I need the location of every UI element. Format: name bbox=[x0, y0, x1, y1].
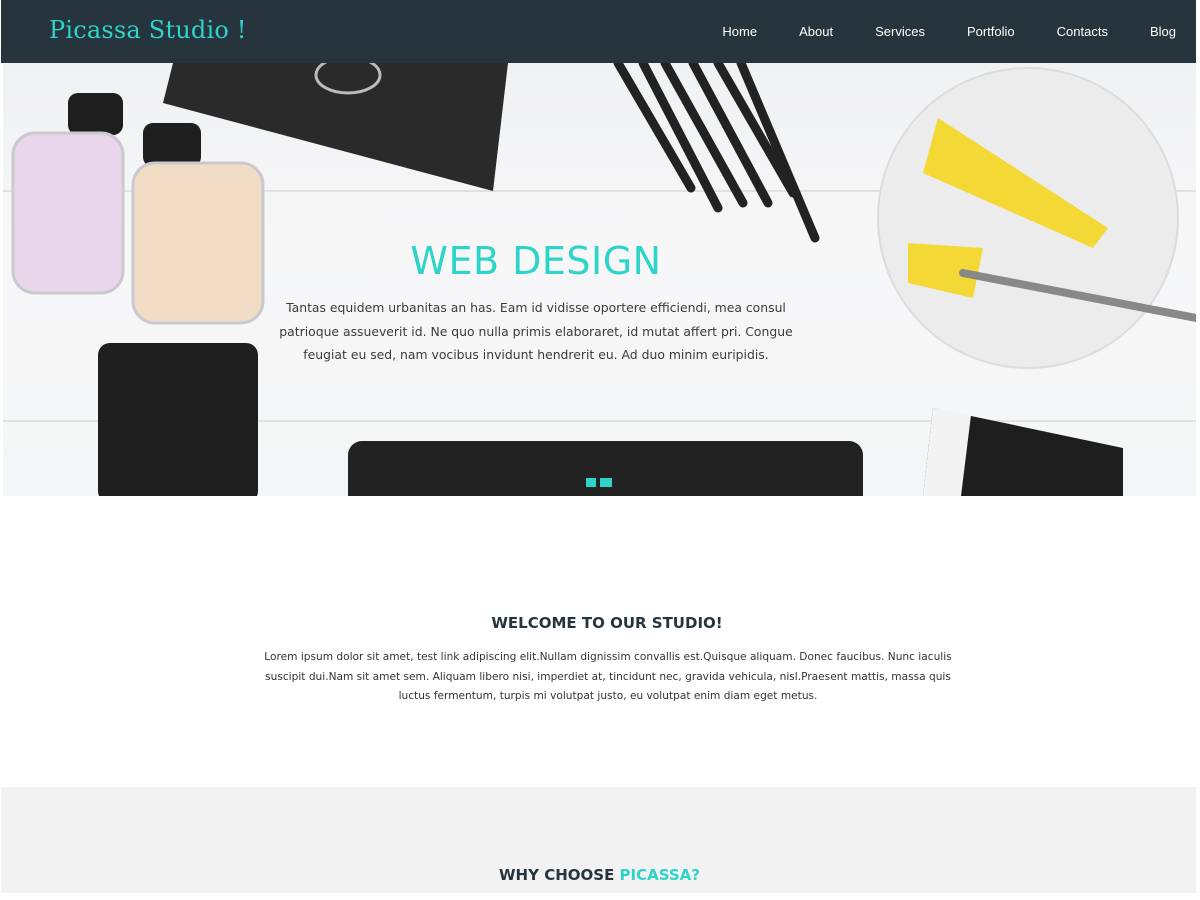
why-choose-title-prefix: WHY CHOOSE bbox=[499, 866, 620, 884]
plate-image bbox=[877, 67, 1196, 369]
brand-logo[interactable]: Picassa Studio ! bbox=[49, 16, 247, 44]
nav-link-blog[interactable]: Blog bbox=[1150, 24, 1176, 39]
phone-image bbox=[98, 343, 258, 496]
nav-link-services[interactable]: Services bbox=[875, 24, 925, 39]
why-choose-section: WHY CHOOSE PICASSA? bbox=[1, 787, 1196, 893]
welcome-description: Lorem ipsum dolor sit amet, test link ad… bbox=[264, 651, 952, 702]
welcome-title: WELCOME TO OUR STUDIO! bbox=[491, 614, 723, 632]
nav-link-contacts[interactable]: Contacts bbox=[1057, 24, 1108, 39]
box-image bbox=[923, 408, 1123, 496]
hero-title: WEB DESIGN bbox=[410, 239, 662, 283]
pencils-image bbox=[613, 63, 820, 243]
keyboard-image bbox=[348, 441, 863, 496]
nav-menu: Home About Services Portfolio Contacts B… bbox=[722, 0, 1196, 63]
hero-description: Tantas equidem urbanitas an has. Eam id … bbox=[279, 300, 793, 362]
why-choose-title-accent: PICASSA? bbox=[619, 866, 700, 884]
nav-link-about[interactable]: About bbox=[799, 24, 833, 39]
nav-link-home[interactable]: Home bbox=[722, 24, 757, 39]
hero-banner: WEB DESIGN Tantas equidem urbanitas an h… bbox=[3, 63, 1196, 496]
perfume-bottles-image bbox=[11, 93, 265, 325]
nav-link-portfolio[interactable]: Portfolio bbox=[967, 24, 1015, 39]
why-choose-title: WHY CHOOSE PICASSA? bbox=[1, 866, 1198, 884]
navbar: Picassa Studio ! Home About Services Por… bbox=[1, 0, 1196, 63]
